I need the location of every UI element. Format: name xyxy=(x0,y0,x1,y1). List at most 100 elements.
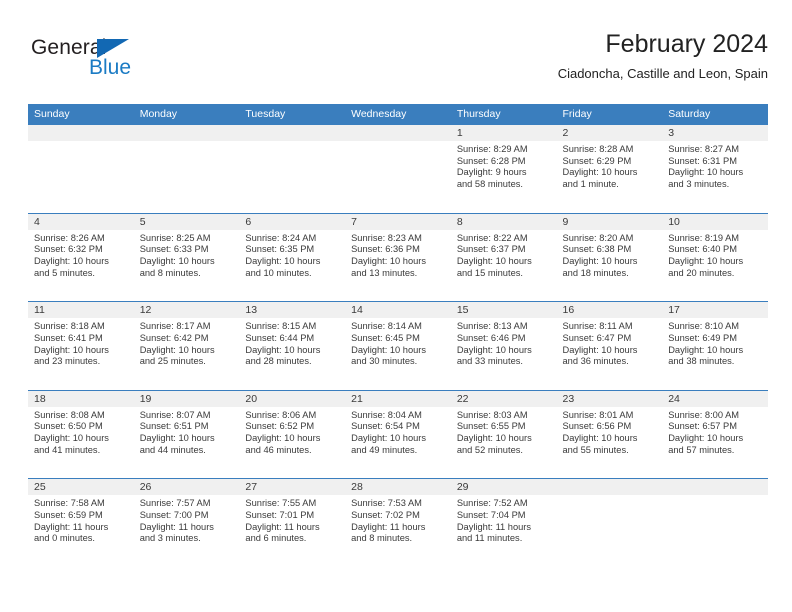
day-cell[interactable]: 22 Sunrise: 8:03 AM Sunset: 6:55 PM Dayligh… xyxy=(450,390,557,479)
calendar-week-inner: 25 Sunrise: 7:58 AM Sunset: 6:59 PM Dayligh… xyxy=(28,479,768,567)
sunset-time: Sunset: 6:44 PM xyxy=(245,332,315,343)
sunrise-time: Sunrise: 8:14 AM xyxy=(351,321,422,332)
daylight-duration-line1: Daylight: 11 hours xyxy=(139,521,214,532)
day-cell[interactable]: 17 Sunrise: 8:10 AM Sunset: 6:49 PM Dayligh… xyxy=(662,302,768,390)
daylight-duration-line1: Daylight: 10 hours xyxy=(562,167,638,178)
daylight-duration-line1: Daylight: 10 hours xyxy=(562,256,638,266)
day-cell[interactable]: 12 Sunrise: 8:17 AM Sunset: 6:42 PM Dayligh… xyxy=(133,302,240,390)
day-cell[interactable]: 23 Sunrise: 8:01 AM Sunset: 6:56 PM Dayligh… xyxy=(556,390,663,479)
daylight-duration-line1: Daylight: 10 hours xyxy=(456,344,532,355)
daylight-duration-line2: and 13 minutes. xyxy=(351,267,418,278)
day-number: 28 xyxy=(345,479,451,496)
daylight-duration-line2: and 38 minutes. xyxy=(668,356,735,367)
sunrise-time: Sunrise: 8:01 AM xyxy=(562,409,634,420)
day-details: Sunrise: 7:57 AM Sunset: 7:00 PM Daylight:… xyxy=(134,495,240,545)
day-cell[interactable]: 14 Sunrise: 8:14 AM Sunset: 6:45 PM Dayligh… xyxy=(345,302,451,390)
sunset-time: Sunset: 6:55 PM xyxy=(456,421,526,432)
sunrise-time: Sunrise: 8:26 AM xyxy=(34,232,105,243)
day-details xyxy=(345,141,451,144)
sunrise-time: Sunrise: 8:06 AM xyxy=(245,409,317,420)
day-details: Sunrise: 8:14 AM Sunset: 6:45 PM Daylight:… xyxy=(345,318,451,368)
calendar-week-row: 25 Sunrise: 7:58 AM Sunset: 6:59 PM Dayligh… xyxy=(28,478,768,567)
sunrise-time: Sunrise: 7:52 AM xyxy=(456,498,528,509)
day-cell[interactable]: 4 Sunrise: 8:26 AM Sunset: 6:32 PM Daylight… xyxy=(28,213,134,302)
daylight-duration-line1: Daylight: 11 hours xyxy=(245,521,320,532)
daylight-duration-line1: Daylight: 10 hours xyxy=(456,433,532,444)
daylight-duration-line2: and 1 minute. xyxy=(562,179,619,190)
day-number: 3 xyxy=(662,125,768,141)
weekday-header-wednesday: Wednesday xyxy=(351,108,407,120)
daylight-duration-line1: Daylight: 11 hours xyxy=(34,521,109,532)
day-number: 13 xyxy=(239,302,346,319)
daylight-duration-line2: and 55 minutes. xyxy=(562,444,629,455)
day-details: Sunrise: 8:26 AM Sunset: 6:32 PM Daylight:… xyxy=(28,230,134,280)
sunrise-time: Sunrise: 8:11 AM xyxy=(562,321,633,332)
day-cell[interactable]: 19 Sunrise: 8:07 AM Sunset: 6:51 PM Dayligh… xyxy=(133,390,240,479)
sunrise-time: Sunrise: 8:10 AM xyxy=(668,321,740,332)
daylight-duration-line1: Daylight: 11 hours xyxy=(351,521,426,532)
weekday-header-sunday: Sunday xyxy=(34,108,70,120)
daylight-duration-line2: and 6 minutes. xyxy=(245,533,307,544)
day-cell[interactable]: 20 Sunrise: 8:06 AM Sunset: 6:52 PM Dayligh… xyxy=(239,390,346,479)
day-cell[interactable]: 7 Sunrise: 8:23 AM Sunset: 6:36 PM Daylight… xyxy=(345,213,451,302)
day-cell[interactable]: 2 Sunrise: 8:28 AM Sunset: 6:29 PM Daylight… xyxy=(556,125,663,213)
daylight-duration-line1: Daylight: 10 hours xyxy=(668,256,744,266)
day-cell[interactable]: 8 Sunrise: 8:22 AM Sunset: 6:37 PM Daylight… xyxy=(450,213,557,302)
daylight-duration-line1: Daylight: 10 hours xyxy=(139,256,215,266)
daylight-duration-line1: Daylight: 10 hours xyxy=(139,433,215,444)
sunrise-time: Sunrise: 8:28 AM xyxy=(562,144,634,154)
weekday-header-monday: Monday xyxy=(139,108,178,120)
day-details: Sunrise: 8:23 AM Sunset: 6:36 PM Daylight:… xyxy=(345,230,451,280)
day-cell[interactable]: 18 Sunrise: 8:08 AM Sunset: 6:50 PM Dayligh… xyxy=(28,390,134,479)
brand-logo[interactable]: General Blue xyxy=(31,36,161,84)
day-cell[interactable]: 25 Sunrise: 7:58 AM Sunset: 6:59 PM Dayligh… xyxy=(28,479,134,567)
sunset-time: Sunset: 6:45 PM xyxy=(351,332,420,343)
page-title: February 2024 xyxy=(605,30,768,58)
daylight-duration-line1: Daylight: 10 hours xyxy=(34,344,109,355)
day-cell[interactable]: 21 Sunrise: 8:04 AM Sunset: 6:54 PM Dayligh… xyxy=(345,390,451,479)
day-number: 16 xyxy=(556,302,663,319)
day-cell[interactable]: 27 Sunrise: 7:55 AM Sunset: 7:01 PM Dayligh… xyxy=(239,479,346,567)
day-details: Sunrise: 7:55 AM Sunset: 7:01 PM Daylight:… xyxy=(239,495,345,545)
day-cell[interactable]: 5 Sunrise: 8:25 AM Sunset: 6:33 PM Daylight… xyxy=(133,213,240,302)
day-cell[interactable]: 13 Sunrise: 8:15 AM Sunset: 6:44 PM Dayligh… xyxy=(239,302,346,390)
day-cell[interactable]: 16 Sunrise: 8:11 AM Sunset: 6:47 PM Dayligh… xyxy=(556,302,663,390)
day-number: 7 xyxy=(345,213,451,230)
day-cell[interactable]: 6 Sunrise: 8:24 AM Sunset: 6:35 PM Daylight… xyxy=(239,213,346,302)
sunrise-time: Sunrise: 8:15 AM xyxy=(245,321,317,332)
sunset-time: Sunset: 6:35 PM xyxy=(245,244,315,255)
weekday-header-friday: Friday xyxy=(562,108,592,120)
day-details: Sunrise: 8:24 AM Sunset: 6:35 PM Daylight:… xyxy=(239,230,345,280)
day-number: 9 xyxy=(556,213,663,230)
calendar-week-row: 11 Sunrise: 8:18 AM Sunset: 6:41 PM Dayligh… xyxy=(28,301,768,390)
day-details: Sunrise: 8:20 AM Sunset: 6:38 PM Daylight:… xyxy=(557,230,663,280)
day-cell[interactable]: 28 Sunrise: 7:53 AM Sunset: 7:02 PM Dayligh… xyxy=(345,479,451,567)
day-details: Sunrise: 8:19 AM Sunset: 6:40 PM Daylight:… xyxy=(662,230,768,280)
day-cell[interactable]: 3 Sunrise: 8:27 AM Sunset: 6:31 PM Daylight… xyxy=(662,125,768,213)
sunset-time: Sunset: 7:01 PM xyxy=(245,510,315,521)
day-number: 24 xyxy=(662,390,768,407)
day-details: Sunrise: 8:22 AM Sunset: 6:37 PM Daylight:… xyxy=(451,230,557,280)
day-cell[interactable]: 24 Sunrise: 8:00 AM Sunset: 6:57 PM Dayligh… xyxy=(662,390,768,479)
daylight-duration-line2: and 10 minutes. xyxy=(245,267,312,278)
day-cell[interactable]: 10 Sunrise: 8:19 AM Sunset: 6:40 PM Dayligh… xyxy=(662,213,768,302)
day-cell[interactable]: 29 Sunrise: 7:52 AM Sunset: 7:04 PM Dayligh… xyxy=(450,479,557,567)
sunrise-time: Sunrise: 8:07 AM xyxy=(139,409,211,420)
sunrise-time: Sunrise: 8:29 AM xyxy=(456,144,528,154)
day-cell[interactable]: 1 Sunrise: 8:29 AM Sunset: 6:28 PM Daylight… xyxy=(450,125,557,213)
day-cell[interactable]: 26 Sunrise: 7:57 AM Sunset: 7:00 PM Dayligh… xyxy=(133,479,240,567)
day-cell[interactable]: 15 Sunrise: 8:13 AM Sunset: 6:46 PM Dayligh… xyxy=(450,302,557,390)
daylight-duration-line2: and 36 minutes. xyxy=(562,356,629,367)
day-cell-empty xyxy=(556,479,663,567)
day-details: Sunrise: 8:29 AM Sunset: 6:28 PM Daylight:… xyxy=(451,141,557,191)
sunrise-time: Sunrise: 8:25 AM xyxy=(139,232,211,243)
day-cell[interactable]: 9 Sunrise: 8:20 AM Sunset: 6:38 PM Daylight… xyxy=(556,213,663,302)
day-number: 12 xyxy=(133,302,240,319)
day-number xyxy=(239,125,346,141)
daylight-duration-line2: and 49 minutes. xyxy=(351,444,418,455)
day-cell[interactable]: 11 Sunrise: 8:18 AM Sunset: 6:41 PM Dayligh… xyxy=(28,302,134,390)
daylight-duration-line2: and 44 minutes. xyxy=(139,444,206,455)
day-details: Sunrise: 8:25 AM Sunset: 6:33 PM Daylight:… xyxy=(134,230,240,280)
daylight-duration-line2: and 3 minutes. xyxy=(668,179,730,190)
day-details: Sunrise: 8:18 AM Sunset: 6:41 PM Daylight:… xyxy=(28,318,134,368)
